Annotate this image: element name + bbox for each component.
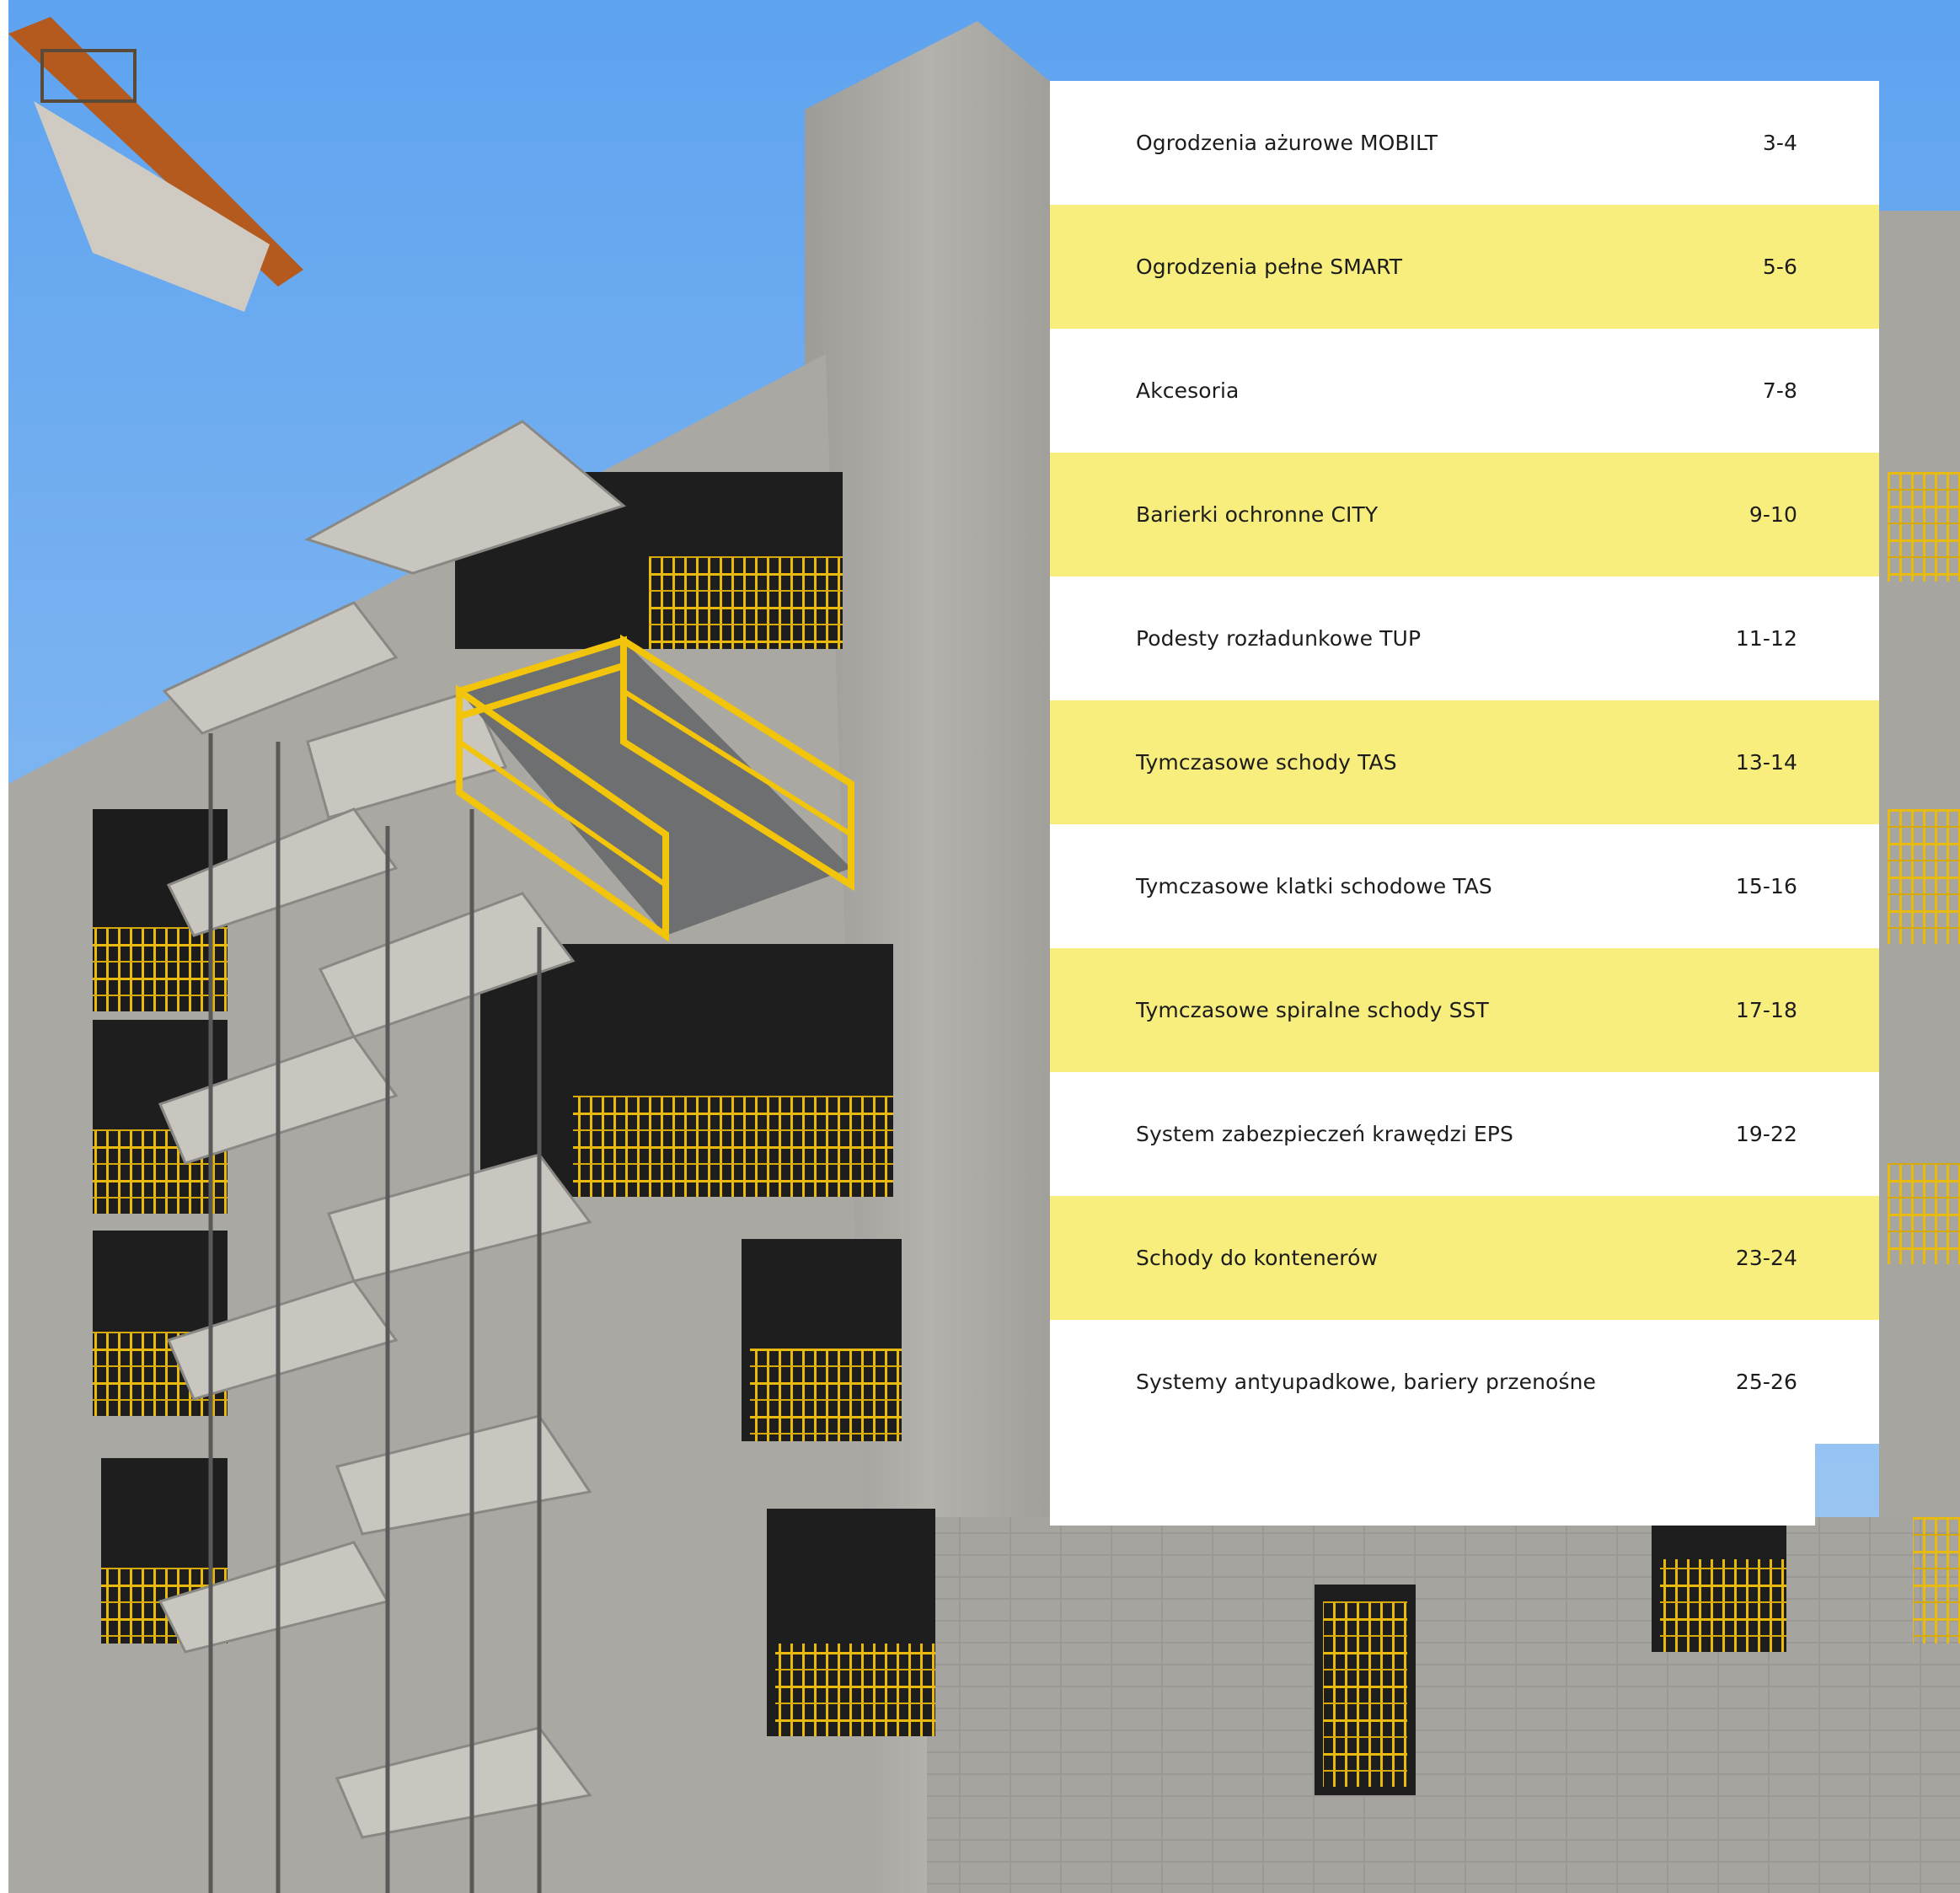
toc-row[interactable]: Systemy antyupadkowe, bariery przenośne … bbox=[1050, 1320, 1879, 1444]
toc-row[interactable]: Ogrodzenia ażurowe MOBILT 3-4 bbox=[1050, 81, 1879, 205]
toc-title: Tymczasowe schody TAS bbox=[1136, 750, 1397, 775]
toc-row[interactable]: Akcesoria 7-8 bbox=[1050, 329, 1879, 453]
toc-row[interactable]: Tymczasowe schody TAS 13-14 bbox=[1050, 700, 1879, 824]
toc-panel-tail bbox=[1050, 1444, 1815, 1526]
toc-title: Ogrodzenia pełne SMART bbox=[1136, 255, 1403, 279]
toc-row[interactable]: Tymczasowe klatki schodowe TAS 15-16 bbox=[1050, 824, 1879, 948]
toc-row[interactable]: Tymczasowe spiralne schody SST 17-18 bbox=[1050, 948, 1879, 1072]
toc-pages: 13-14 bbox=[1735, 750, 1797, 775]
toc-title: Akcesoria bbox=[1136, 378, 1240, 403]
toc-title: Schody do kontenerów bbox=[1136, 1246, 1379, 1270]
toc-row[interactable]: Ogrodzenia pełne SMART 5-6 bbox=[1050, 205, 1879, 329]
toc-pages: 5-6 bbox=[1762, 255, 1797, 279]
toc-title: Podesty rozładunkowe TUP bbox=[1136, 626, 1422, 651]
toc-title: Barierki ochronne CITY bbox=[1136, 502, 1379, 527]
toc-pages: 15-16 bbox=[1735, 874, 1797, 898]
toc-row[interactable]: Podesty rozładunkowe TUP 11-12 bbox=[1050, 576, 1879, 700]
toc-row[interactable]: Barierki ochronne CITY 9-10 bbox=[1050, 453, 1879, 576]
toc-pages: 3-4 bbox=[1762, 131, 1797, 155]
toc-title: System zabezpieczeń krawędzi EPS bbox=[1136, 1122, 1513, 1146]
toc-title: Tymczasowe klatki schodowe TAS bbox=[1136, 874, 1492, 898]
toc-pages: 17-18 bbox=[1735, 998, 1797, 1022]
toc-pages: 25-26 bbox=[1735, 1370, 1797, 1394]
toc-pages: 23-24 bbox=[1735, 1246, 1797, 1270]
toc-row[interactable]: Schody do kontenerów 23-24 bbox=[1050, 1196, 1879, 1320]
toc-pages: 9-10 bbox=[1748, 502, 1797, 527]
toc-title: Tymczasowe spiralne schody SST bbox=[1136, 998, 1489, 1022]
toc-pages: 11-12 bbox=[1735, 626, 1797, 651]
toc-row[interactable]: System zabezpieczeń krawędzi EPS 19-22 bbox=[1050, 1072, 1879, 1196]
toc-title: Systemy antyupadkowe, bariery przenośne bbox=[1136, 1370, 1596, 1394]
toc-pages: 19-22 bbox=[1735, 1122, 1797, 1146]
table-of-contents: Ogrodzenia ażurowe MOBILT 3-4 Ogrodzenia… bbox=[1050, 81, 1879, 1444]
toc-pages: 7-8 bbox=[1762, 378, 1797, 403]
toc-title: Ogrodzenia ażurowe MOBILT bbox=[1136, 131, 1438, 155]
